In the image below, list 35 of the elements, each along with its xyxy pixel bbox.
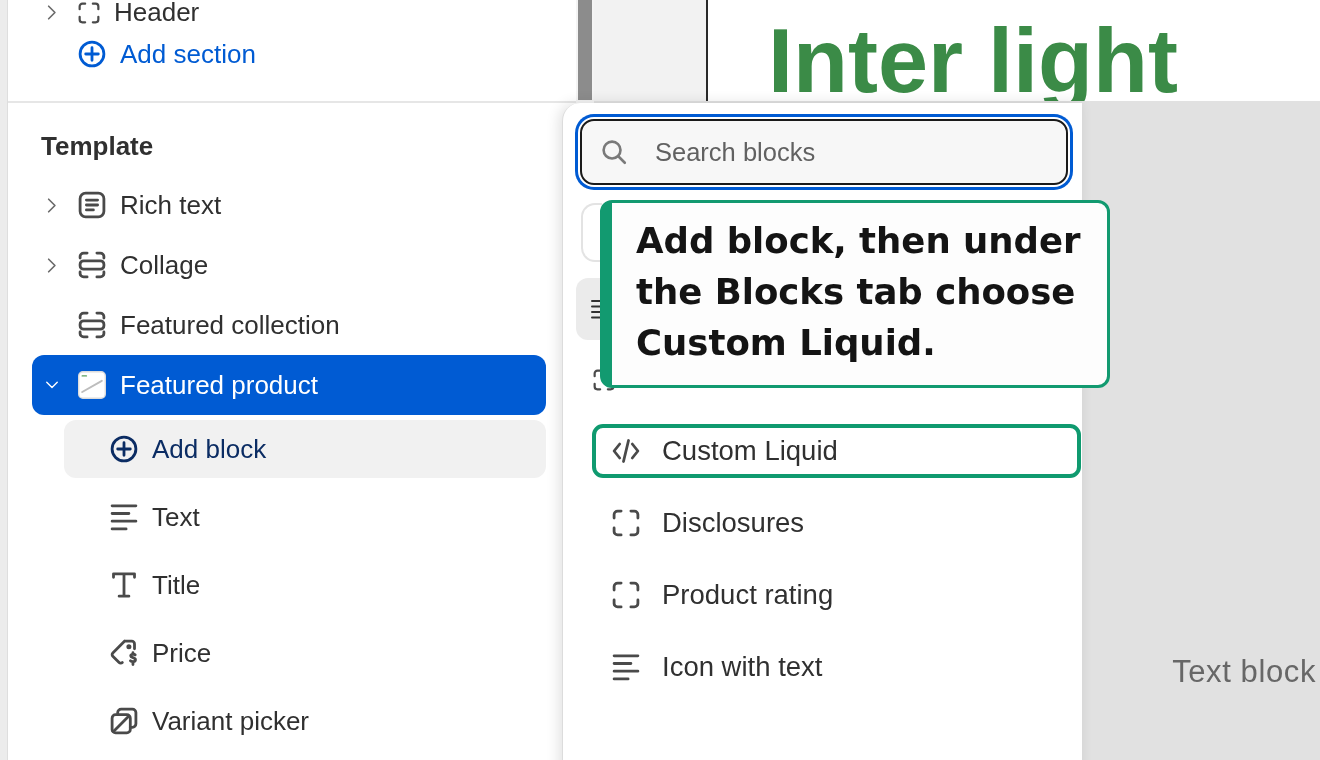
code-icon [612,437,640,465]
add-block-button[interactable]: Add block [64,420,546,478]
dashed-rows-icon [78,251,106,279]
block-option[interactable]: Custom Liquid [580,415,1070,487]
stacked-squares-icon [110,707,138,735]
block-option[interactable]: Icon with text [580,631,1070,703]
text-lines-icon [591,298,601,320]
section-item[interactable]: Rich text [32,175,546,235]
block-option[interactable]: Product rating [580,559,1070,631]
scrollbar-thumb[interactable] [578,0,592,100]
price-tag-icon [110,639,138,667]
plus-circle-icon [110,435,138,463]
block-item[interactable]: Text [64,483,546,551]
block-item[interactable]: Variant picker [64,687,546,755]
text-lines-icon [612,653,640,681]
search-field[interactable]: Search blocks [580,119,1068,185]
block-item[interactable]: Title [64,551,546,619]
thumbnail-icon [78,371,106,399]
letter-t-icon [110,571,138,599]
block-option[interactable]: Disclosures [580,487,1070,559]
section-heading: Template [40,131,155,161]
section-item[interactable]: Collage [32,235,546,295]
dashed-rows-icon [78,311,106,339]
section-item[interactable]: Featured product [32,355,546,415]
block-item[interactable]: Price [64,619,546,687]
plus-circle-icon [78,40,106,68]
callout-note: Add block, then under the Blocks tab choose Custom Liquid. [600,200,1110,388]
preview-heading: Inter light [768,22,1178,100]
section-item[interactable]: Header [32,0,546,25]
text-lines-icon [110,503,138,531]
text-box-icon [78,191,106,219]
search-icon [601,139,627,165]
preview-text: Text block [1172,654,1316,690]
add-section-button[interactable]: Add section [32,25,546,83]
section-item[interactable]: Featured collection [32,295,546,355]
